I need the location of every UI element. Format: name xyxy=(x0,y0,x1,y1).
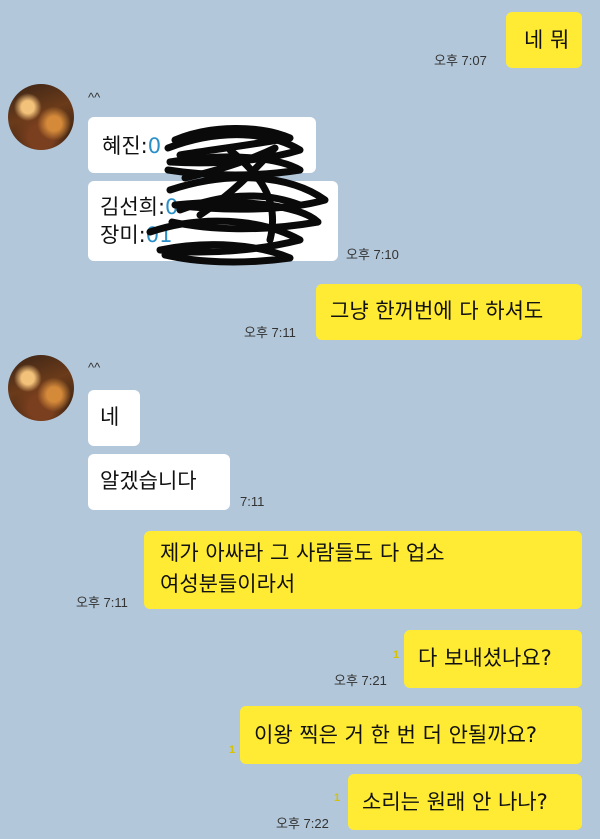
sender-avatar[interactable] xyxy=(8,84,74,150)
message-bubble-outgoing[interactable]: 소리는 원래 안 나나? xyxy=(348,774,582,830)
message-text: 그냥 한꺼번에 다 하셔도 xyxy=(330,299,544,323)
unread-count: 1 xyxy=(393,649,400,661)
message-bubble-outgoing[interactable]: 이왕 찍은 거 한 번 더 안될까요? xyxy=(240,706,582,764)
phone-link[interactable]: 0 xyxy=(148,134,161,158)
message-bubble-outgoing[interactable]: 제가 아싸라 그 사람들도 다 업소 여성분들이라서 xyxy=(144,531,582,609)
message-time: 오후 7:21 xyxy=(334,673,387,688)
phone-link[interactable]: 01 xyxy=(146,223,173,247)
contact-label: 혜진: xyxy=(102,134,148,158)
message-bubble-incoming[interactable]: 김선희:0 장미:01 xyxy=(88,181,338,261)
message-time: 오후 7:22 xyxy=(276,816,329,831)
contact-label: 김선희: xyxy=(100,195,166,219)
message-time: 오후 7:11 xyxy=(244,325,296,340)
message-text: 네 뭐 xyxy=(524,28,570,52)
message-text: 다 보내셨나요? xyxy=(418,646,552,670)
unread-count: 1 xyxy=(229,744,236,756)
message-bubble-outgoing[interactable]: 그냥 한꺼번에 다 하셔도 xyxy=(316,284,582,340)
sender-avatar[interactable] xyxy=(8,355,74,421)
unread-count: 1 xyxy=(334,792,341,804)
message-text: 이왕 찍은 거 한 번 더 안될까요? xyxy=(254,723,538,747)
message-text-line: 제가 아싸라 그 사람들도 다 업소 xyxy=(160,541,445,565)
message-bubble-outgoing[interactable]: 다 보내셨나요? xyxy=(404,630,582,688)
message-time: 오후 7:07 xyxy=(434,53,487,68)
message-text-line: 여성분들이라서 xyxy=(160,572,296,596)
message-time: 오후 7:10 xyxy=(346,247,399,262)
message-time: 오후 7:11 xyxy=(76,595,128,610)
message-time: 7:11 xyxy=(240,494,265,509)
phone-link[interactable]: 0 xyxy=(165,195,178,219)
message-text: 네 xyxy=(100,405,120,429)
contact-label: 장미: xyxy=(100,223,146,247)
message-bubble-outgoing[interactable]: 네 뭐 xyxy=(506,12,582,68)
message-text: 소리는 원래 안 나나? xyxy=(362,790,548,814)
message-text: 알겠습니다 xyxy=(100,469,197,493)
sender-name: ^^ xyxy=(88,360,101,375)
message-bubble-incoming[interactable]: 네 xyxy=(88,390,140,446)
message-bubble-incoming[interactable]: 알겠습니다 xyxy=(88,454,230,510)
sender-name: ^^ xyxy=(88,90,101,105)
message-bubble-incoming[interactable]: 혜진:0 xyxy=(88,117,316,173)
